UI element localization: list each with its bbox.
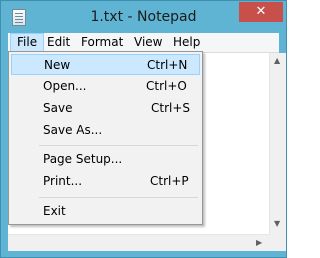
menu-format[interactable]: Format [75,33,129,52]
file-menu-dropdown: New Ctrl+N Open... Ctrl+O Save Ctrl+S Sa… [8,51,203,225]
vertical-scrollbar[interactable]: ▲ ▼ [269,53,286,234]
menu-separator [39,145,198,146]
menu-file[interactable]: File [10,33,45,52]
menu-separator [39,197,198,198]
title-bar[interactable]: 1.txt - Notepad ✕ [1,1,286,33]
menu-item-label: Exit [43,204,66,218]
menu-item-exit[interactable]: Exit [11,201,200,222]
menu-item-save[interactable]: Save Ctrl+S [11,98,200,119]
scrollbar-corner [269,234,286,251]
scroll-up-arrow-icon[interactable]: ▲ [274,56,280,65]
horizontal-scrollbar[interactable]: ▶ [8,234,269,251]
menu-item-new[interactable]: New Ctrl+N [11,54,200,75]
scroll-down-arrow-icon[interactable]: ▼ [274,219,280,228]
menu-help[interactable]: Help [167,33,206,52]
close-button[interactable]: ✕ [239,2,283,22]
menu-item-shortcut: Ctrl+O [146,79,187,93]
menu-view[interactable]: View [128,33,168,52]
menu-item-shortcut: Ctrl+N [147,58,188,72]
menu-bar: File Edit Format View Help [8,33,279,53]
menu-item-shortcut: Ctrl+S [151,101,191,115]
menu-item-page-setup[interactable]: Page Setup... [11,149,200,170]
scroll-right-arrow-icon[interactable]: ▶ [256,238,262,247]
menu-item-label: Open... [43,79,87,93]
menu-item-label: Print... [43,174,83,188]
menu-item-label: New [44,58,71,72]
menu-item-save-as[interactable]: Save As... [11,120,200,141]
menu-item-label: Save As... [43,123,103,137]
menu-item-label: Page Setup... [43,152,123,166]
menu-item-print[interactable]: Print... Ctrl+P [11,171,200,192]
menu-item-shortcut: Ctrl+P [150,174,189,188]
menu-item-label: Save [43,101,73,115]
menu-edit[interactable]: Edit [41,33,76,52]
menu-item-open[interactable]: Open... Ctrl+O [11,76,200,97]
